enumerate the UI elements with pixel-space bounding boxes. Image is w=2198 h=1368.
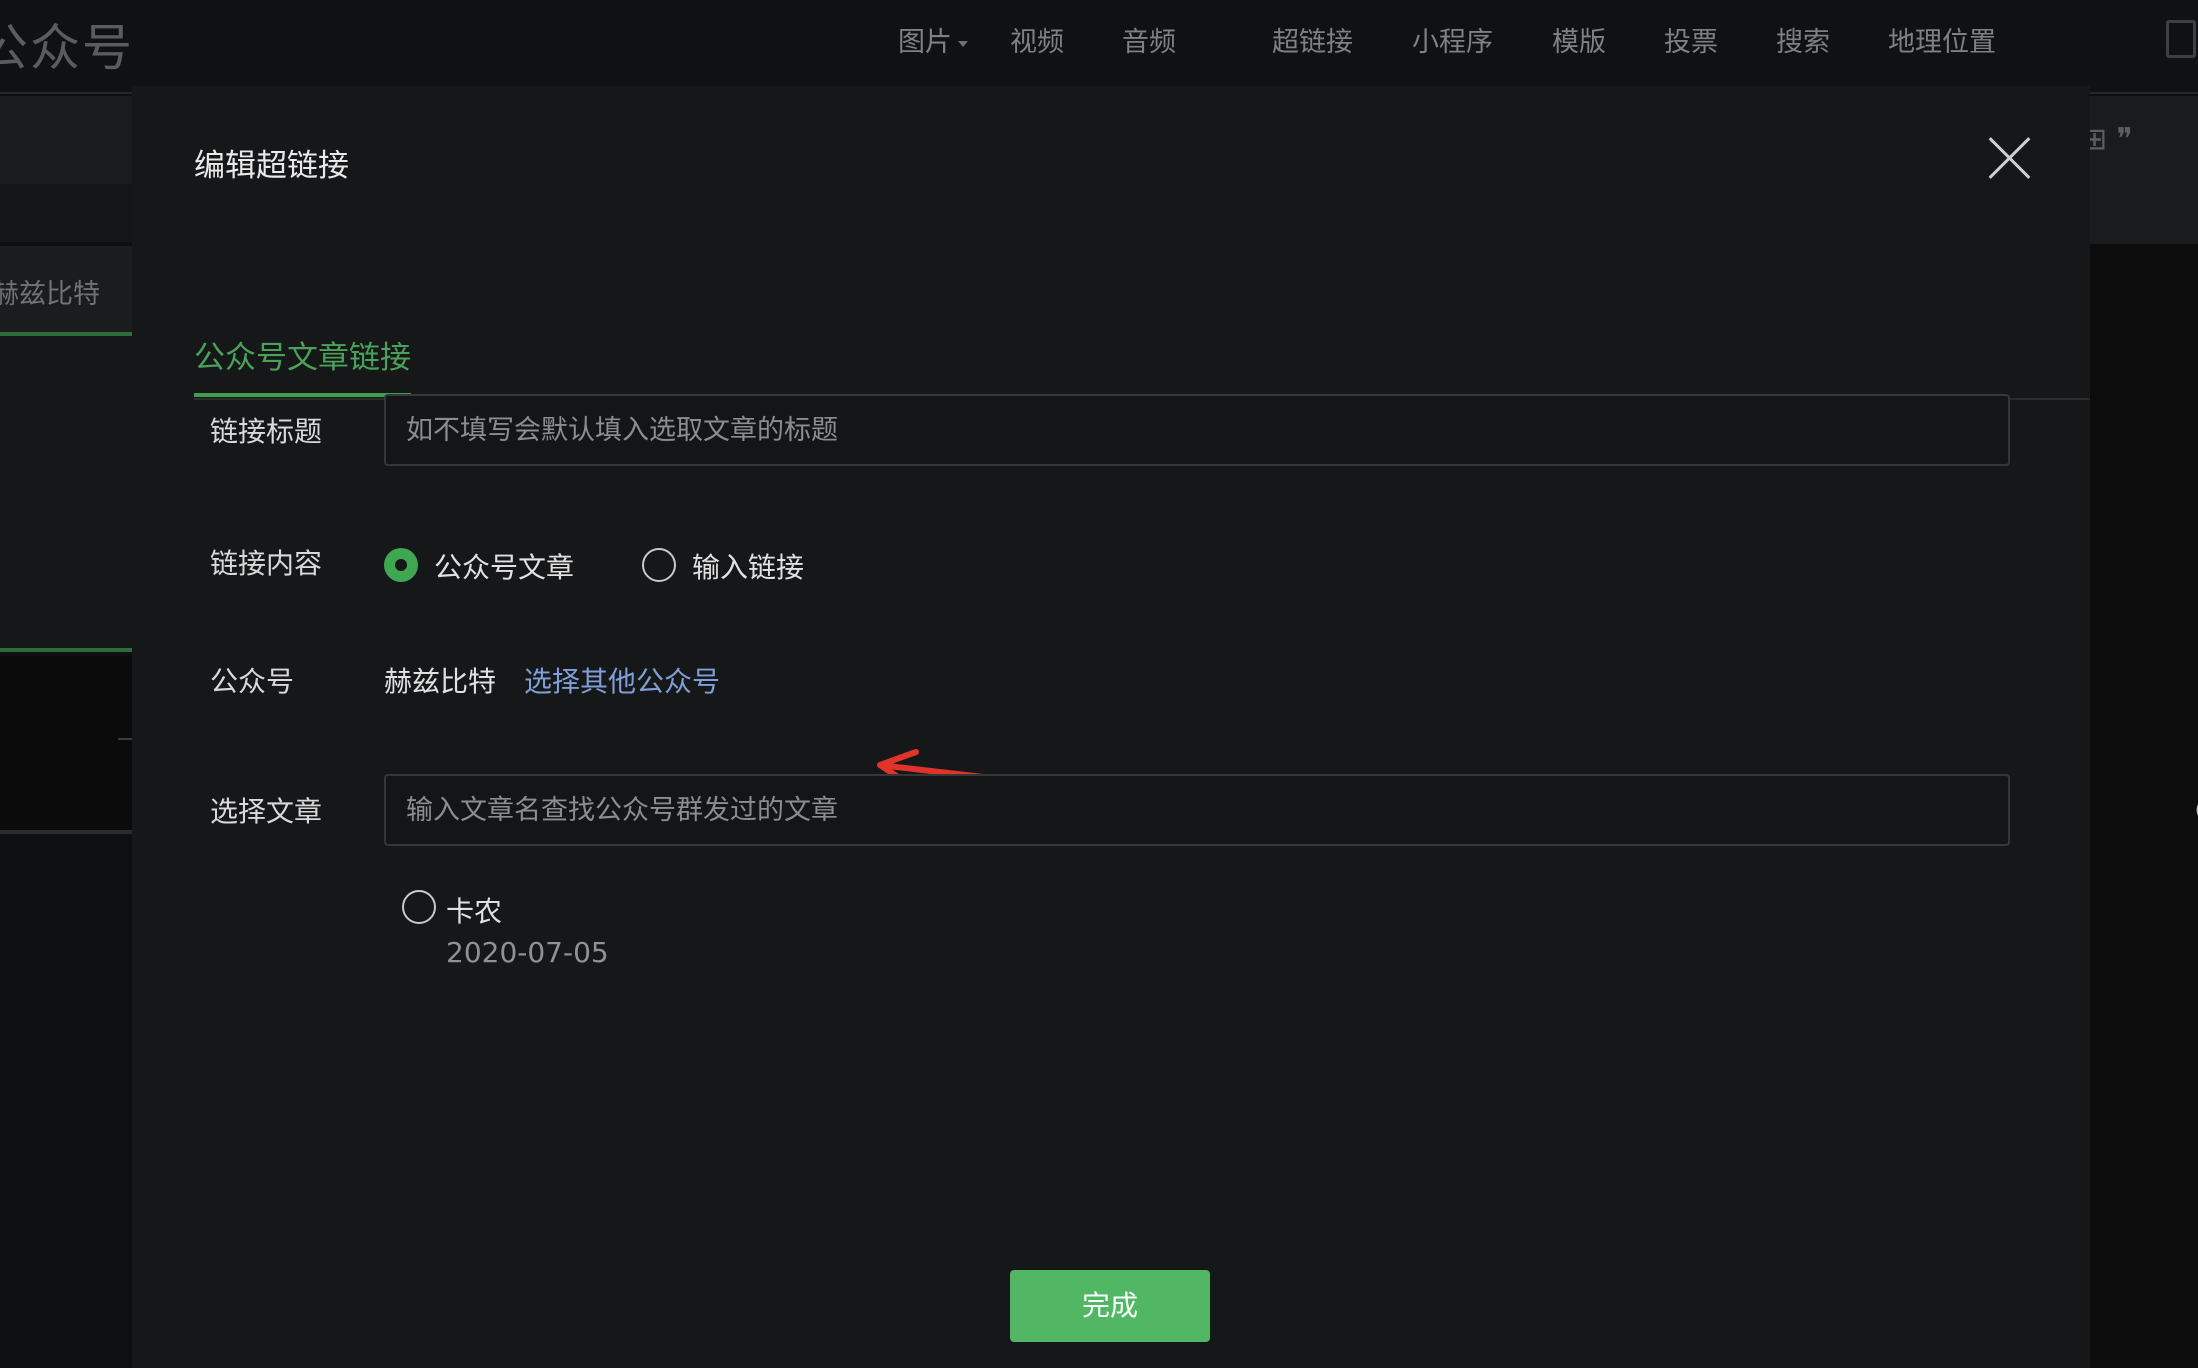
- toolbar-miniprogram[interactable]: 小程序: [1412, 20, 1493, 59]
- divider: [118, 738, 132, 740]
- side-panel-lower: [0, 656, 132, 834]
- side-panel: [0, 336, 132, 652]
- editor-format-bar: [0, 96, 132, 184]
- account-label: 公众号: [210, 665, 295, 698]
- editor-topbar: 公众号 图片 视频 音频 超链接 小程序 模版 投票 搜索 地理位置: [0, 0, 2198, 94]
- toolbar-location[interactable]: 地理位置: [1888, 20, 1996, 59]
- dialog-tabs: 公众号文章链接: [194, 224, 2090, 400]
- toolbar-template[interactable]: 模版: [1552, 20, 1606, 59]
- toolbar-audio[interactable]: 音频: [1122, 20, 1176, 59]
- radio-unchecked-icon[interactable]: [642, 548, 676, 582]
- side-tab-label: 赫兹比特: [0, 279, 100, 310]
- radio-unchecked-icon[interactable]: [402, 890, 436, 924]
- done-button[interactable]: 完成: [1010, 1270, 1210, 1342]
- article-search-field[interactable]: [384, 774, 2198, 846]
- brand-title: 公众号: [0, 19, 134, 77]
- account-name: 赫兹比特: [384, 665, 497, 698]
- screen: 公众号 图片 视频 音频 超链接 小程序 模版 投票 搜索 地理位置 赫兹比特 …: [0, 0, 2198, 1368]
- toolbar-image-label: 图片: [898, 27, 952, 58]
- close-icon[interactable]: [1986, 134, 2034, 182]
- search-icon[interactable]: [2194, 796, 2198, 830]
- choose-other-account-link[interactable]: 选择其他公众号: [524, 660, 720, 700]
- editor-subbar: [0, 184, 132, 242]
- toolbar-vote[interactable]: 投票: [1664, 20, 1718, 59]
- radio-checked-icon[interactable]: [384, 548, 418, 582]
- article-search-input[interactable]: [386, 776, 2008, 844]
- side-tab-account[interactable]: 赫兹比特: [0, 246, 132, 336]
- radio-input-link-label: 输入链接: [692, 551, 805, 584]
- radio-article-label: 公众号文章: [434, 551, 575, 584]
- link-title-input[interactable]: [386, 396, 2008, 464]
- tab-article-link[interactable]: 公众号文章链接: [194, 332, 411, 397]
- edit-hyperlink-dialog: 编辑超链接 公众号文章链接 链接标题 链接内容 公众号文章 输入链接 公众号 赫…: [132, 86, 2198, 1368]
- dialog-title: 编辑超链接: [194, 148, 349, 184]
- link-content-label: 链接内容: [210, 547, 323, 580]
- toolbar-hyperlink[interactable]: 超链接: [1272, 20, 1353, 59]
- select-article-label: 选择文章: [210, 795, 323, 828]
- link-title-field[interactable]: [384, 394, 2010, 466]
- article-list-item[interactable]: 卡农 2020-07-05: [402, 886, 902, 986]
- editor-format-bar-right: [2090, 96, 2198, 244]
- article-title: 卡农: [446, 895, 503, 928]
- document-icon[interactable]: [2166, 20, 2196, 58]
- toolbar-search[interactable]: 搜索: [1776, 20, 1830, 59]
- toolbar-image[interactable]: 图片: [898, 20, 968, 59]
- editor-canvas-right: [2090, 244, 2198, 1368]
- caret-down-icon: [958, 40, 968, 47]
- article-date: 2020-07-05: [446, 936, 609, 969]
- toolbar-video[interactable]: 视频: [1010, 20, 1064, 59]
- link-title-label: 链接标题: [210, 415, 323, 448]
